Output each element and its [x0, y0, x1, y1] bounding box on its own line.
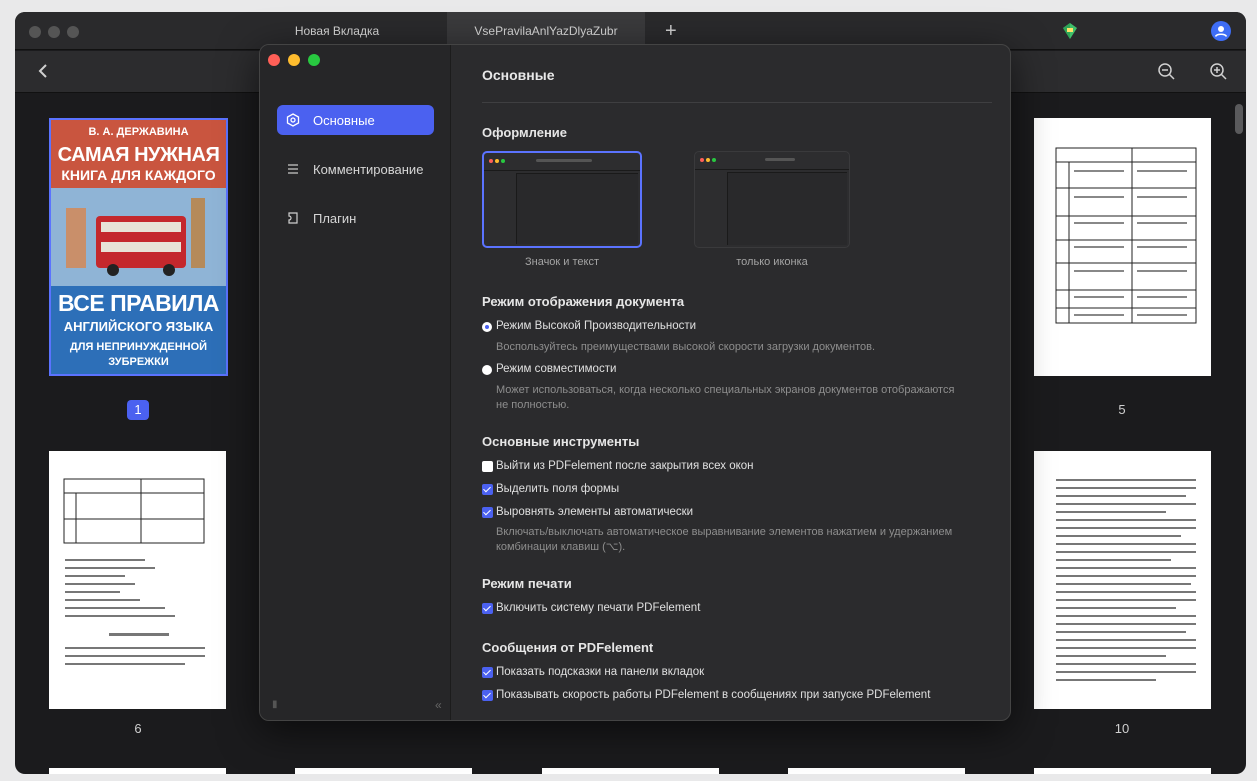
window-zoom-dot[interactable] [67, 26, 79, 38]
cover-title-line6: ЗУБРЕЖКИ [108, 356, 169, 368]
dialog-minimize-dot[interactable] [288, 54, 300, 66]
mock-toolbar-labels [536, 159, 592, 162]
mock-content [516, 173, 638, 244]
sidebar-item-label: Плагин [313, 211, 357, 226]
cover-title-line3: ВСЕ ПРАВИЛА [58, 290, 219, 316]
sidebar-item-commenting[interactable]: Комментирование [277, 154, 434, 184]
mock-dot [501, 159, 505, 163]
thumbnail-page-1[interactable]: В. А. ДЕРЖАВИНА САМАЯ НУЖНАЯ КНИГА ДЛЯ К… [49, 118, 228, 376]
sidebar-item-general[interactable]: Основные [277, 105, 434, 135]
thumbnail-row-next-5[interactable] [1034, 768, 1211, 774]
page-number-10[interactable]: 10 [1102, 721, 1142, 736]
window-minimize-dot[interactable] [48, 26, 60, 38]
compatibility-description: Может использоваться, когда несколько сп… [496, 384, 955, 411]
new-tab-button[interactable]: + [665, 21, 677, 41]
mock-dot [489, 159, 493, 163]
checkbox[interactable] [482, 484, 493, 495]
section-tools-heading: Основные инструменты [482, 434, 640, 449]
print-system-label: Включить систему печати PDFelement [496, 602, 701, 614]
section-messages-heading: Сообщения от PDFelement [482, 640, 654, 655]
sidebar-item-label: Комментирование [313, 162, 424, 177]
radio-button[interactable] [482, 322, 492, 332]
thumbnail-page-6[interactable] [49, 451, 226, 709]
thumbnails-scrollbar[interactable] [1235, 104, 1243, 134]
page-6-text-icon [63, 478, 205, 665]
cover-title-line1: САМАЯ НУЖНАЯ [57, 144, 220, 166]
checkbox[interactable] [482, 507, 493, 518]
radio-button[interactable] [482, 365, 492, 375]
thumbnail-row-next-3[interactable] [542, 768, 719, 774]
section-display-mode-heading: Режим отображения документа [482, 294, 685, 309]
mock-dot [700, 158, 704, 162]
appearance-icon-and-text-option[interactable] [482, 151, 642, 248]
mock-dot [706, 158, 710, 162]
mock-content [727, 172, 847, 245]
cover-title-line2: КНИГА ДЛЯ КАЖДОГО [61, 167, 216, 183]
auto-align-label: Выровнять элементы автоматически [496, 506, 694, 518]
high-performance-description: Воспользуйтесь преимуществами высокой ск… [496, 341, 876, 353]
zoom-out-icon[interactable] [1156, 61, 1176, 81]
thumbnail-row-next-2[interactable] [295, 768, 472, 774]
checkbox[interactable] [482, 667, 493, 678]
mock-toolbar [695, 152, 849, 170]
general-settings-icon [286, 113, 300, 127]
preferences-sidebar: Основные Комментирование Плагин ▮ « [260, 45, 451, 720]
checkbox[interactable] [482, 690, 493, 701]
mock-toolbar-icons [765, 158, 795, 161]
page-title: Основные [482, 67, 555, 83]
mock-dot [712, 158, 716, 162]
thumbnail-row-next-1[interactable] [49, 768, 226, 774]
checkbox[interactable] [482, 461, 493, 472]
mock-dot [495, 159, 499, 163]
title-divider [482, 102, 992, 103]
user-avatar-icon[interactable] [1211, 21, 1231, 41]
gem-icon[interactable] [1060, 21, 1080, 41]
preferences-dialog: Основные Комментирование Плагин ▮ « Осно… [259, 44, 1011, 721]
appearance-icon-only-option[interactable] [694, 151, 850, 248]
section-appearance-heading: Оформление [482, 125, 568, 140]
page-10-text-icon [1056, 479, 1196, 681]
compatibility-label: Режим совместимости [496, 363, 617, 375]
section-print-heading: Режим печати [482, 576, 572, 591]
quit-after-close-label: Выйти из PDFelement после закрытия всех … [496, 460, 754, 472]
back-arrow-icon[interactable] [33, 61, 53, 81]
checkbox[interactable] [482, 603, 493, 614]
appearance-icon-only-label: только иконка [736, 256, 808, 268]
mock-toolbar [484, 153, 640, 171]
sidebar-item-plugin[interactable]: Плагин [277, 203, 434, 233]
cover-title-line5: ДЛЯ НЕПРИНУЖДЕННОЙ [69, 341, 208, 353]
appearance-icon-and-text-label: Значок и текст [524, 256, 600, 268]
plugin-icon [288, 212, 298, 224]
cover-title-line4: АНГЛИЙСКОГО ЯЗЫКА [63, 319, 214, 334]
high-performance-label: Режим Высокой Производительности [496, 320, 697, 332]
startup-speed-label: Показывать скорость работы PDFelement в … [496, 689, 931, 701]
preferences-content: Основные Оформление Значок и текст тольк… [452, 45, 1010, 720]
list-icon [288, 164, 298, 174]
dialog-close-dot[interactable] [268, 54, 280, 66]
sidebar-item-label: Основные [313, 113, 375, 128]
zoom-in-icon[interactable] [1208, 61, 1228, 81]
page-number-5[interactable]: 5 [1102, 402, 1142, 417]
thumbnail-page-5[interactable] [1034, 118, 1211, 376]
page-number-1[interactable]: 1 [127, 400, 149, 420]
thumbnail-page-10[interactable] [1034, 451, 1211, 709]
highlight-fields-label: Выделить поля формы [496, 483, 620, 495]
collapse-sidebar-icon[interactable]: « [435, 698, 442, 712]
thumbnail-row-next-4[interactable] [788, 768, 965, 774]
page-number-6[interactable]: 6 [118, 721, 158, 736]
auto-align-description: Включать/выключать автоматическое выравн… [496, 526, 953, 553]
info-indicator-icon: ▮ [272, 699, 278, 710]
tab-tips-label: Показать подсказки на панели вкладок [496, 666, 705, 678]
bus-illustration-icon [51, 188, 226, 286]
window-close-dot[interactable] [29, 26, 41, 38]
cover-author: В. А. ДЕРЖАВИНА [88, 126, 189, 138]
dialog-zoom-dot[interactable] [308, 54, 320, 66]
page-5-table-icon [1055, 147, 1197, 324]
